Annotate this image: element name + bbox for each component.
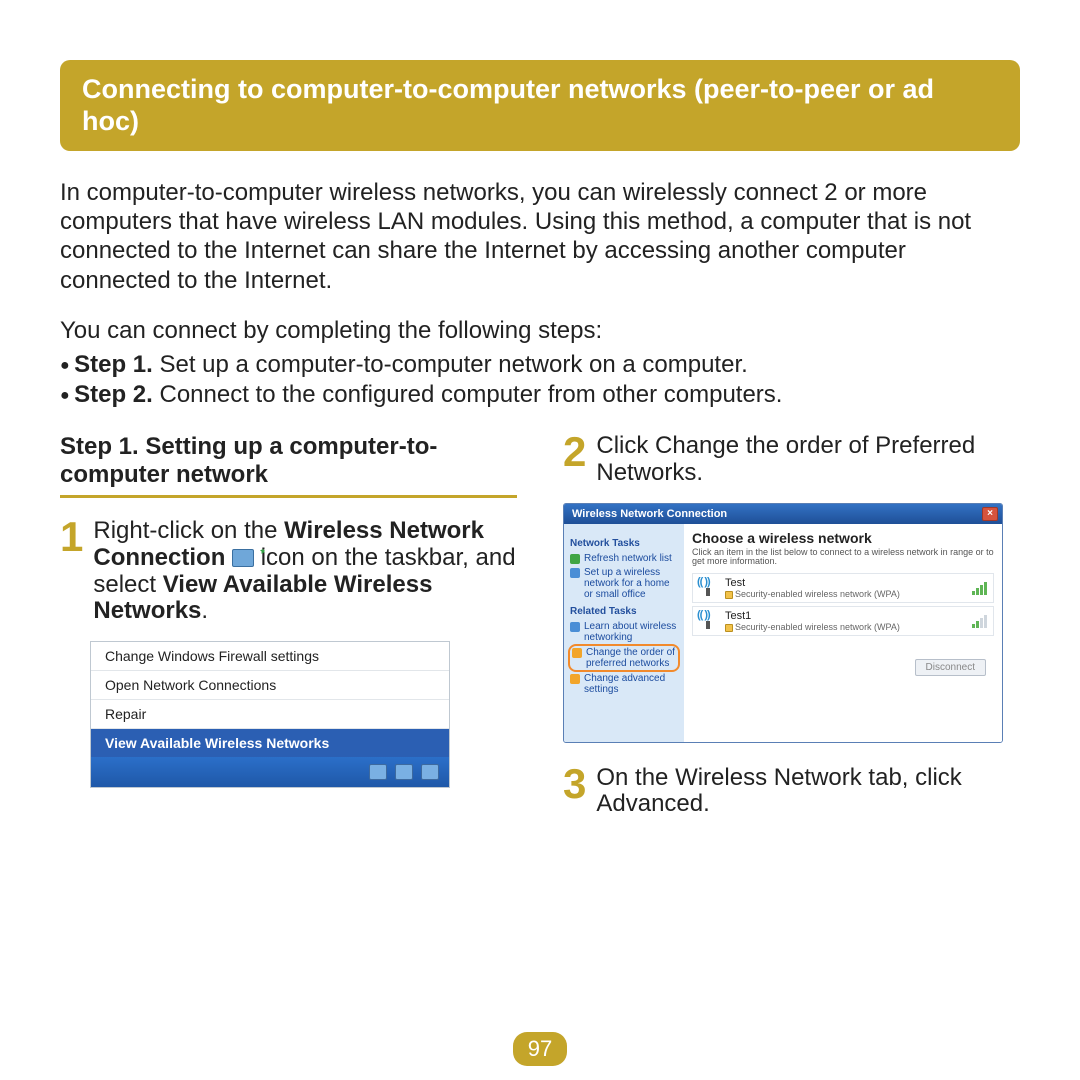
sidebar-item-learn[interactable]: Learn about wireless networking [570,621,678,643]
window-title: Wireless Network Connection [572,508,727,520]
step-text: Connect to the configured computer from … [153,381,783,408]
sidebar-item-change-order[interactable]: Change the order of preferred networks [570,646,678,670]
pane-title: Choose a wireless network [692,530,994,546]
overview-steps: Step 1. Set up a computer-to-computer ne… [60,351,1020,409]
menu-item-view-networks[interactable]: View Available Wireless Networks [91,728,449,757]
signal-bars-icon [972,614,987,628]
step-number: 3 [563,765,586,819]
step-number: 1 [60,518,83,626]
menu-item-change-firewall[interactable]: Change Windows Firewall settings [91,642,449,670]
context-menu-screenshot: Change Windows Firewall settings Open Ne… [90,641,450,788]
network-name: Test [725,577,966,589]
text: On the Wireless Network tab, click Advan… [596,765,1020,819]
sidebar: Network Tasks Refresh network list Set u… [564,524,684,742]
step-label: Step 1. [74,351,153,378]
gear-icon [570,674,580,684]
sidebar-item-refresh[interactable]: Refresh network list [570,553,678,564]
pane-subtitle: Click an item in the list below to conne… [692,548,994,568]
tray-icon [369,764,387,780]
sidebar-heading: Related Tasks [570,606,678,617]
refresh-icon [570,554,580,564]
section-title-banner: Connecting to computer-to-computer netwo… [60,60,1020,151]
sidebar-item-setup[interactable]: Set up a wireless network for a home or … [570,567,678,600]
window-titlebar: Wireless Network Connection × [564,504,1002,524]
step-label: Step 2. [74,381,153,408]
text: . [201,597,208,624]
network-security: Security-enabled wireless network (WPA) [735,622,900,632]
text: Right-click on the [93,517,284,544]
network-item[interactable]: Test1 Security-enabled wireless network … [692,606,994,636]
menu-item-repair[interactable]: Repair [91,699,449,728]
disconnect-button[interactable]: Disconnect [915,659,986,676]
network-item[interactable]: Test Security-enabled wireless network (… [692,573,994,603]
instruction-1: 1 Right-click on the Wireless Network Co… [60,518,517,626]
taskbar [91,757,449,787]
page-number: 97 [513,1032,567,1066]
menu-item-open-connections[interactable]: Open Network Connections [91,670,449,699]
lock-icon [725,624,733,632]
lock-icon [725,591,733,599]
antenna-icon [699,578,719,598]
wireless-connection-icon [232,549,254,567]
tray-icon [421,764,439,780]
signal-bars-icon [972,581,987,595]
text: Click Change the order of Preferred Netw… [596,433,1020,487]
star-icon [572,648,582,658]
wireless-connection-window: Wireless Network Connection × Network Ta… [563,503,1003,743]
network-security: Security-enabled wireless network (WPA) [735,589,900,599]
sidebar-heading: Network Tasks [570,538,678,549]
close-icon[interactable]: × [982,507,998,521]
antenna-icon [699,611,719,631]
intro-paragraph: In computer-to-computer wireless network… [60,178,1020,295]
antenna-icon [570,568,580,578]
step-text: Set up a computer-to-computer network on… [153,351,748,378]
instruction-3: 3 On the Wireless Network tab, click Adv… [563,765,1020,819]
info-icon [570,622,580,632]
instruction-2: 2 Click Change the order of Preferred Ne… [563,433,1020,487]
network-name: Test1 [725,610,966,622]
sidebar-item-advanced[interactable]: Change advanced settings [570,673,678,695]
divider [60,495,517,498]
tray-icon [395,764,413,780]
section-a-heading: Step 1. Setting up a computer-to-compute… [60,433,517,489]
steps-intro: You can connect by completing the follow… [60,317,1020,345]
step-number: 2 [563,433,586,487]
main-pane: Choose a wireless network Click an item … [684,524,1002,742]
